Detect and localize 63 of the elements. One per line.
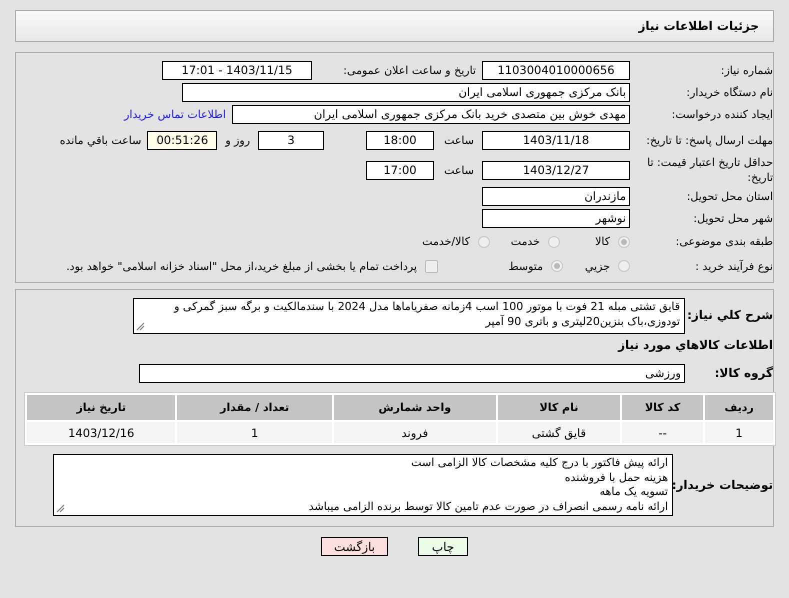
description-field[interactable]: قایق تشتی مبله 21 فوت با موتور 100 اسب 4زمانه صفریاماها مدل 2024 با سندمالکیت و برگه سبز گمرکی و تودوزی،باک بنزین20لیتری و باتری 90 آمپر xyxy=(133,298,685,334)
field-label: روز و xyxy=(225,134,250,146)
print-button[interactable]: چاپ xyxy=(418,537,468,556)
text-field[interactable]: 1403/11/15 - 17:01 xyxy=(162,60,312,80)
field-label: ایجاد کننده درخواست: xyxy=(670,106,773,122)
field-label: نوع فرآیند خرید : xyxy=(694,258,773,274)
radio-button[interactable] xyxy=(551,260,563,272)
column-header: تاریخ نیاز xyxy=(27,395,176,420)
checkbox[interactable] xyxy=(425,260,438,272)
page-title: جزئیات اطلاعات نیاز xyxy=(638,19,759,33)
text-field[interactable]: مهدی خوش بین متصدی خرید بانک مرکزی جمهوری اسلامی ایران xyxy=(232,104,630,124)
field-label: استان محل تحویل: xyxy=(686,188,773,204)
field-label: طبقه بندی موضوعی: xyxy=(674,234,773,249)
text-field[interactable]: 1403/11/18 xyxy=(482,130,630,150)
table-cell: -- xyxy=(622,422,704,443)
text-field[interactable]: 18:00 xyxy=(366,130,434,150)
column-header: کد کالا xyxy=(622,395,704,420)
field-label: حداقل تاریخ اعتبار قیمت: تا تاریخ: xyxy=(646,155,773,185)
table-cell: فروند xyxy=(334,422,496,443)
checkbox-label: پرداخت تمام یا بخشی از مبلغ خرید،از محل "اسناد خزانه اسلامی" خواهد بود. xyxy=(66,260,417,272)
section-heading: اطلاعات كالاهاي مورد نياز xyxy=(616,338,773,352)
field-label: گروه كالا: xyxy=(714,366,773,380)
column-header: نام کالا xyxy=(498,395,620,420)
table-cell: 1 xyxy=(705,422,773,443)
table-cell: 1403/12/16 xyxy=(27,422,176,443)
text-field[interactable]: 00:51:26 xyxy=(147,130,218,150)
field-label: ساعت باقي مانده xyxy=(60,134,142,146)
resize-grip-icon[interactable] xyxy=(56,504,65,513)
field-label: شماره نیاز: xyxy=(720,62,773,78)
text-field[interactable]: 17:00 xyxy=(366,160,434,180)
field-label: ساعت xyxy=(444,134,474,146)
text-field[interactable]: مازندران xyxy=(482,186,630,206)
buyer-contact-link[interactable]: اطلاعات تماس خریدار xyxy=(124,108,226,120)
column-header: واحد شمارش xyxy=(334,395,496,420)
radio-label: کالا xyxy=(595,235,610,248)
text-field[interactable]: بانک مرکزی جمهوری اسلامی ایران xyxy=(182,82,630,102)
text-field[interactable]: نوشهر xyxy=(482,208,630,228)
radio-button[interactable] xyxy=(618,260,630,272)
text-field[interactable]: 1403/12/27 xyxy=(482,160,630,180)
column-header: ردیف xyxy=(705,395,773,420)
text-field[interactable]: 1103004010000656 xyxy=(482,60,630,80)
radio-label: متوسط xyxy=(508,260,543,272)
resize-grip-icon[interactable] xyxy=(136,322,145,331)
field-label: نام دستگاه خریدار: xyxy=(685,84,773,100)
radio-button[interactable] xyxy=(548,236,560,248)
back-button[interactable]: بازگشت xyxy=(321,537,388,556)
radio-button[interactable] xyxy=(618,236,630,248)
radio-label: خدمت xyxy=(510,235,540,248)
field-label: شهر محل تحویل: xyxy=(692,210,773,226)
field-label: ساعت xyxy=(444,164,474,176)
field-label: شرح كلي نياز: xyxy=(686,307,773,323)
field-label: تاریخ و ساعت اعلان عمومی: xyxy=(342,62,476,78)
radio-label: جزيي xyxy=(584,260,610,272)
buyer-notes-field[interactable]: ارائه پیش فاکتور با درج کلیه مشخصات کالا الزامی است هزینه حمل با فروشنده تسویه یک ماهه ارائه نامه رسمی انصراف در صورت عدم تامین کالا توسط برنده الزامی میباشد xyxy=(53,454,673,516)
goods-group-field[interactable]: ورزشی xyxy=(139,364,685,382)
table-cell: قایق گشتی xyxy=(498,422,620,443)
field-label: مهلت ارسال پاسخ: تا تاریخ: xyxy=(645,132,773,148)
column-header: تعداد / مقدار xyxy=(177,395,332,420)
text-field[interactable]: 3 xyxy=(258,130,324,150)
radio-button[interactable] xyxy=(478,236,490,248)
field-label: توضیحات خریدار: xyxy=(673,478,773,492)
radio-label: کالا/خدمت xyxy=(422,235,470,248)
table-cell: 1 xyxy=(177,422,332,443)
